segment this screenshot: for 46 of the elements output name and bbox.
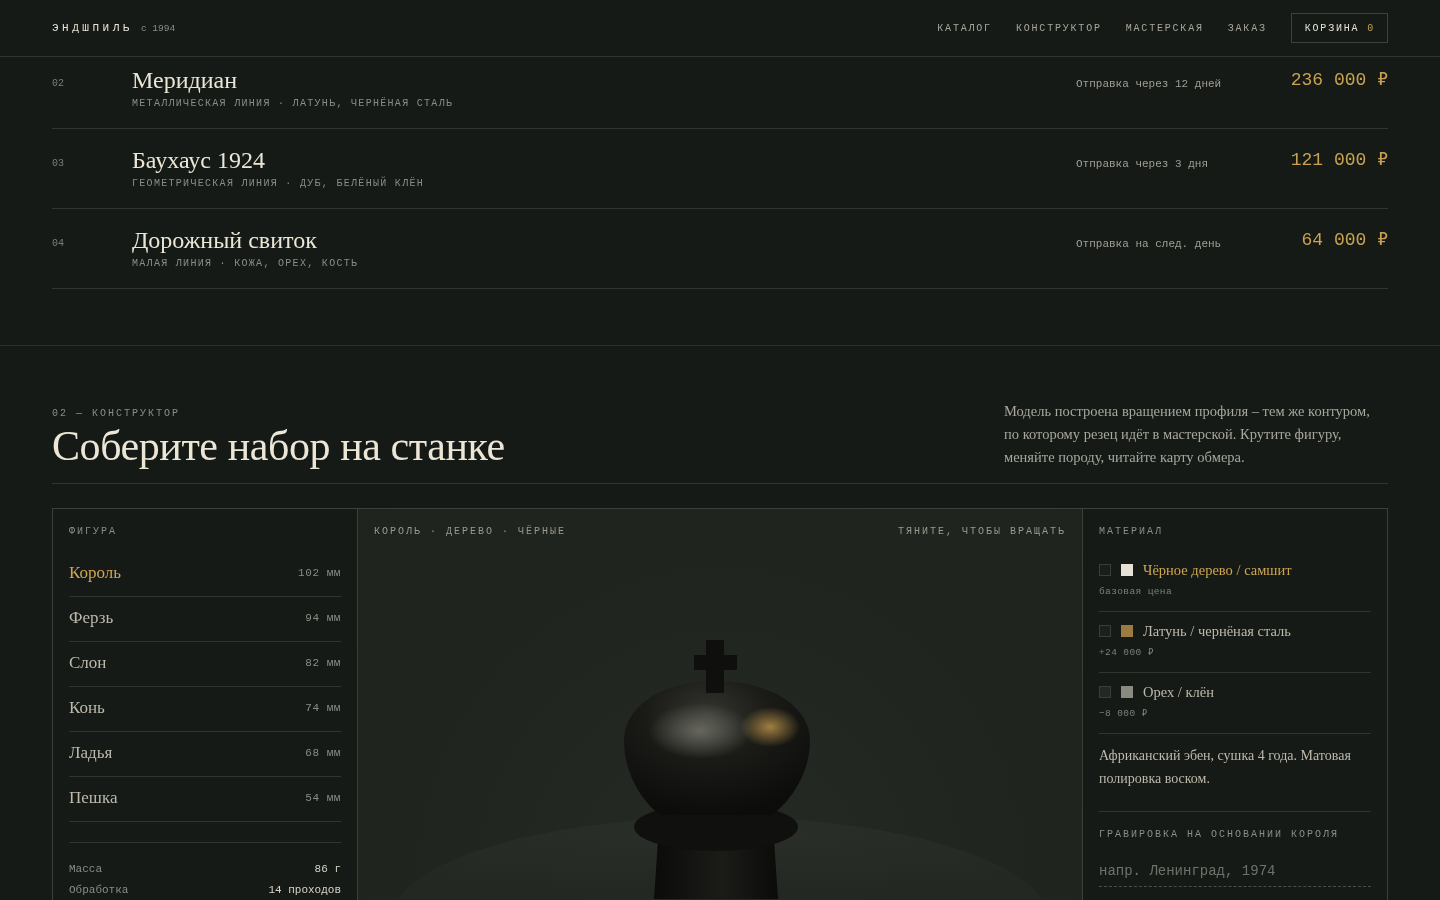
price: 64 000 ₽ — [1301, 229, 1388, 252]
price: 121 000 ₽ — [1290, 149, 1388, 172]
section-intro: Модель построена вращением профиля – тем же контуром, по которому резец идёт в мастерской. Крутите фигуру, меняйте породу, читайте карту обмера. — [1004, 402, 1371, 467]
material-description: Африканский эбен, сушка 4 года. Матовая полировка воском. — [1099, 734, 1371, 812]
viewer-panel[interactable]: КОРОЛЬ · ДЕРЕВО · ЧЁРНЫЕ ТЯНИТЕ, ЧТОБЫ ВРАЩАТЬ — [357, 509, 1083, 900]
nav-link[interactable]: ЗАКАЗ — [1227, 22, 1267, 34]
section-label: МАТЕРИАЛ — [1099, 525, 1163, 539]
material-option[interactable]: Латунь / чернёная сталь +24 000 ₽ — [1099, 612, 1371, 673]
nav-link[interactable]: КАТАЛОГ — [937, 22, 992, 34]
nav-link[interactable]: МАСТЕРСКАЯ — [1125, 22, 1204, 34]
spec-value: 86 г — [314, 862, 341, 876]
figure-option[interactable]: Король 102 мм — [69, 552, 341, 597]
material-option[interactable]: Чёрное дерево / самшит базовая цена — [1099, 551, 1371, 612]
figure-option[interactable]: Ферзь 94 мм — [69, 597, 341, 642]
section-eyebrow: 02 — КОНСТРУКТОР — [52, 407, 180, 421]
shipping-note: Отправка через 12 дней — [1076, 77, 1222, 91]
section-label: ФИГУРА — [69, 525, 117, 539]
spec-label: Обработка — [69, 883, 129, 897]
shipping-note: Отправка через 3 дня — [1076, 157, 1209, 171]
product-title[interactable]: Дорожный свиток — [132, 227, 317, 253]
product-subtitle: МАЛАЯ ЛИНИЯ · КОЖА, ОРЕХ, КОСТЬ — [132, 257, 359, 271]
product-subtitle: МЕТАЛЛИЧЕСКАЯ ЛИНИЯ · ЛАТУНЬ, ЧЕРНЁНАЯ СТАЛЬ — [132, 97, 454, 111]
shipping-note: Отправка на след. день — [1076, 237, 1222, 251]
rotate-hint: ТЯНИТЕ, ЧТОБЫ ВРАЩАТЬ — [897, 525, 1066, 539]
engraving-label: ГРАВИРОВКА НА ОСНОВАНИИ КОРОЛЯ — [1099, 828, 1340, 842]
material-option[interactable]: Орех / клён −8 000 ₽ — [1099, 673, 1371, 734]
row-number: 03 — [52, 157, 64, 171]
figure-option[interactable]: Пешка 54 мм — [69, 777, 341, 822]
price: 236 000 ₽ — [1290, 69, 1388, 92]
cart-button[interactable]: КОРЗИНА 0 — [1290, 13, 1388, 43]
engraving-field[interactable]: напр. Ленинград, 1974 — [1099, 855, 1371, 887]
product-subtitle: ГЕОМЕТРИЧЕСКАЯ ЛИНИЯ · ДУБ, БЕЛЁНЫЙ КЛЁН — [132, 177, 425, 191]
section-title: Соберите набор на станке — [52, 422, 505, 471]
figure-option[interactable]: Слон 82 мм — [69, 642, 341, 687]
spec-label: Масса — [69, 862, 102, 876]
nav-link[interactable]: КОНСТРУКТОР — [1015, 22, 1102, 34]
product-title[interactable]: Баухаус 1924 — [132, 147, 265, 173]
founded-year: с 1994 — [140, 22, 176, 34]
brand-logo[interactable]: ЭНДШПИЛЬ — [52, 22, 133, 34]
figure-option[interactable]: Конь 74 мм — [69, 687, 341, 732]
row-number: 04 — [52, 237, 64, 251]
piece-caption: КОРОЛЬ · ДЕРЕВО · ЧЁРНЫЕ — [374, 525, 567, 539]
row-number: 02 — [52, 77, 64, 91]
product-title[interactable]: Меридиан — [132, 67, 238, 93]
spec-value: 14 проходов — [268, 883, 341, 897]
figure-option[interactable]: Ладья 68 мм — [69, 732, 341, 777]
